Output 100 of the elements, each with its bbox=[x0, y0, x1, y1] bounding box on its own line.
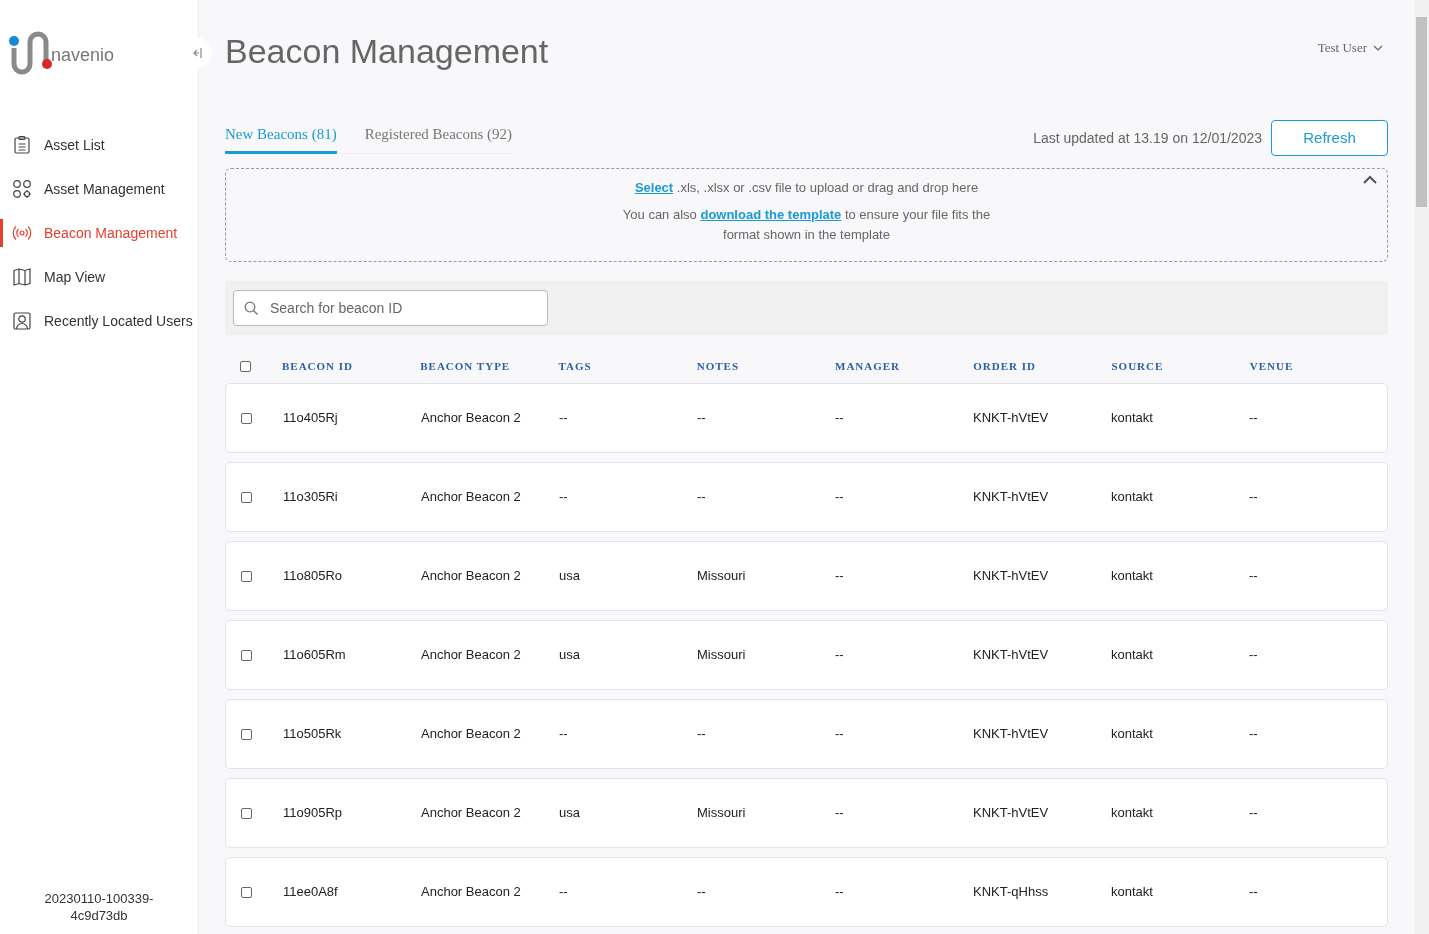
table-cell-text: -- bbox=[835, 725, 845, 744]
sidebar-item[interactable]: Recently Located Users bbox=[0, 299, 198, 343]
table-cell-text: -- bbox=[559, 725, 569, 744]
table-cell-text: KNKT-hVtEV bbox=[973, 409, 1050, 428]
table-row[interactable]: 11o405Rj Anchor Beacon 2 -- -- -- KNKT-hVtEV kontakt -- bbox=[225, 383, 1388, 453]
beacon-signal-icon bbox=[12, 223, 32, 243]
table-cell-text: -- bbox=[1249, 725, 1259, 744]
table-cell-text: Anchor Beacon 2 bbox=[421, 725, 522, 744]
table-cell-text: Anchor Beacon 2 bbox=[421, 804, 522, 823]
table-cell-text: Anchor Beacon 2 bbox=[421, 646, 522, 665]
column-header[interactable]: ORDER ID bbox=[973, 357, 1112, 375]
table-row[interactable]: 11o605Rm Anchor Beacon 2 usa Missouri -- KNKT-hVtEV kontakt -- bbox=[225, 620, 1388, 690]
template-instruction: You can also download the template to ensure your file fits the format shown in the template bbox=[621, 205, 992, 244]
collapse-upload-button[interactable] bbox=[1363, 175, 1377, 184]
checkbox[interactable] bbox=[241, 886, 252, 898]
table-cell-text: -- bbox=[1249, 488, 1259, 507]
table-cell-text: Anchor Beacon 2 bbox=[421, 488, 522, 507]
sidebar-item[interactable]: Asset List bbox=[0, 123, 198, 167]
table-cell-text: usa bbox=[559, 567, 581, 586]
table-cell-text: 11o405Rj bbox=[283, 409, 339, 428]
table-cell-text: KNKT-hVtEV bbox=[973, 567, 1050, 586]
table-cell-text: -- bbox=[559, 409, 569, 428]
clipboard-icon bbox=[12, 135, 32, 155]
table-cell-text: -- bbox=[1249, 409, 1259, 428]
table-cell-text: kontakt bbox=[1111, 409, 1154, 428]
table-cell-text: kontakt bbox=[1111, 488, 1154, 507]
chevron-up-icon bbox=[1363, 175, 1377, 184]
checkbox[interactable] bbox=[241, 412, 252, 424]
table-cell-text: kontakt bbox=[1111, 883, 1154, 902]
version-text: 20230110-100339-4c9d73db bbox=[43, 890, 155, 924]
table-cell-text: -- bbox=[1249, 883, 1259, 902]
table-cell-text: 11o505Rk bbox=[283, 725, 343, 744]
scrollbar-thumb[interactable] bbox=[1416, 17, 1427, 207]
column-header[interactable]: BEACON ID bbox=[282, 357, 421, 375]
table-cell-text: Missouri bbox=[697, 646, 747, 665]
checkbox[interactable] bbox=[240, 360, 251, 372]
checkbox[interactable] bbox=[241, 728, 252, 740]
active-indicator bbox=[0, 219, 3, 247]
column-header[interactable]: NOTES bbox=[696, 357, 835, 375]
table-row[interactable]: 11ee0A8f Anchor Beacon 2 -- -- -- KNKT-qHhss kontakt -- bbox=[225, 857, 1388, 927]
table-cell-text: -- bbox=[1249, 646, 1259, 665]
sidebar-item[interactable]: Asset Management bbox=[0, 167, 198, 211]
table-cell-text: Missouri bbox=[697, 567, 747, 586]
table-row[interactable]: 11o505Rk Anchor Beacon 2 -- -- -- KNKT-hVtEV kontakt -- bbox=[225, 699, 1388, 769]
table-cell-text: -- bbox=[559, 488, 569, 507]
last-updated-text: Last updated at 13.19 on 12/01/2023 bbox=[1033, 128, 1262, 148]
checkbox[interactable] bbox=[241, 649, 252, 661]
user-menu[interactable]: Test User bbox=[1317, 38, 1383, 58]
column-header[interactable]: BEACON TYPE bbox=[420, 357, 559, 375]
table-row[interactable]: 11o805Ro Anchor Beacon 2 usa Missouri -- KNKT-hVtEV kontakt -- bbox=[225, 541, 1388, 611]
table-cell-text: 11o305Ri bbox=[283, 488, 339, 507]
table-cell-text: 11o605Rm bbox=[283, 646, 347, 665]
table-cell-text: -- bbox=[835, 883, 845, 902]
logo-text: navenio bbox=[51, 43, 115, 67]
column-header[interactable]: MANAGER bbox=[835, 357, 974, 375]
table-cell-text: -- bbox=[559, 883, 569, 902]
search-icon bbox=[244, 301, 259, 316]
column-header[interactable]: SOURCE bbox=[1111, 357, 1250, 375]
table-cell-text: KNKT-hVtEV bbox=[973, 725, 1050, 744]
table-cell-text: KNKT-hVtEV bbox=[973, 804, 1050, 823]
table-cell-text: -- bbox=[697, 725, 707, 744]
table-cell-text: -- bbox=[1249, 567, 1259, 586]
sidebar-item[interactable]: Beacon Management bbox=[0, 211, 198, 255]
table-cell-text: -- bbox=[835, 409, 845, 428]
table-row[interactable]: 11o305Ri Anchor Beacon 2 -- -- -- KNKT-hVtEV kontakt -- bbox=[225, 462, 1388, 532]
table-cell-text: 11o805Ro bbox=[283, 567, 344, 586]
table-cell-text: Anchor Beacon 2 bbox=[421, 409, 522, 428]
upload-instruction: Select .xls, .xlsx or .csv file to upload or drag and drop here bbox=[634, 179, 979, 197]
checkbox[interactable] bbox=[241, 570, 252, 582]
sidebar-item[interactable]: Map View bbox=[0, 255, 198, 299]
table-row[interactable]: 11o905Rp Anchor Beacon 2 usa Missouri -- KNKT-hVtEV kontakt -- bbox=[225, 778, 1388, 848]
shapes-icon bbox=[12, 179, 32, 199]
table-cell-text: KNKT-hVtEV bbox=[973, 646, 1050, 665]
map-icon bbox=[12, 267, 32, 287]
tab[interactable]: Registered Beacons (92) bbox=[364, 122, 513, 154]
table-cell-text: KNKT-hVtEV bbox=[973, 488, 1050, 507]
column-header[interactable]: TAGS bbox=[558, 357, 697, 375]
refresh-button[interactable]: Refresh bbox=[1271, 120, 1388, 156]
column-header[interactable]: VENUE bbox=[1249, 357, 1388, 375]
table-cell-text: -- bbox=[697, 409, 707, 428]
table-cell-text: kontakt bbox=[1111, 567, 1154, 586]
table-cell-text: usa bbox=[559, 646, 581, 665]
table-cell-text: -- bbox=[835, 804, 845, 823]
upload-dropzone[interactable]: Select .xls, .xlsx or .csv file to upload or drag and drop here You can also download the template to ensure your file fits the format shown in the template bbox=[225, 168, 1388, 262]
page-title: Beacon Management bbox=[225, 30, 549, 72]
table-cell-text: -- bbox=[697, 883, 707, 902]
chevron-down-icon bbox=[1373, 45, 1383, 51]
checkbox[interactable] bbox=[241, 491, 252, 503]
table-cell-text: Missouri bbox=[697, 804, 747, 823]
table-cell-text: 11o905Rp bbox=[283, 804, 344, 823]
scrollbar[interactable] bbox=[1414, 0, 1429, 934]
table-cell-text: -- bbox=[835, 488, 845, 507]
table-cell-text: kontakt bbox=[1111, 646, 1154, 665]
checkbox[interactable] bbox=[241, 807, 252, 819]
table-cell-text: Anchor Beacon 2 bbox=[421, 567, 522, 586]
table-cell-text: KNKT-qHhss bbox=[973, 883, 1050, 902]
search-field[interactable]: Search for beacon ID bbox=[233, 290, 548, 326]
table-cell-text: -- bbox=[697, 488, 707, 507]
table-cell-text: -- bbox=[835, 567, 845, 586]
table-cell-text: Anchor Beacon 2 bbox=[421, 883, 522, 902]
